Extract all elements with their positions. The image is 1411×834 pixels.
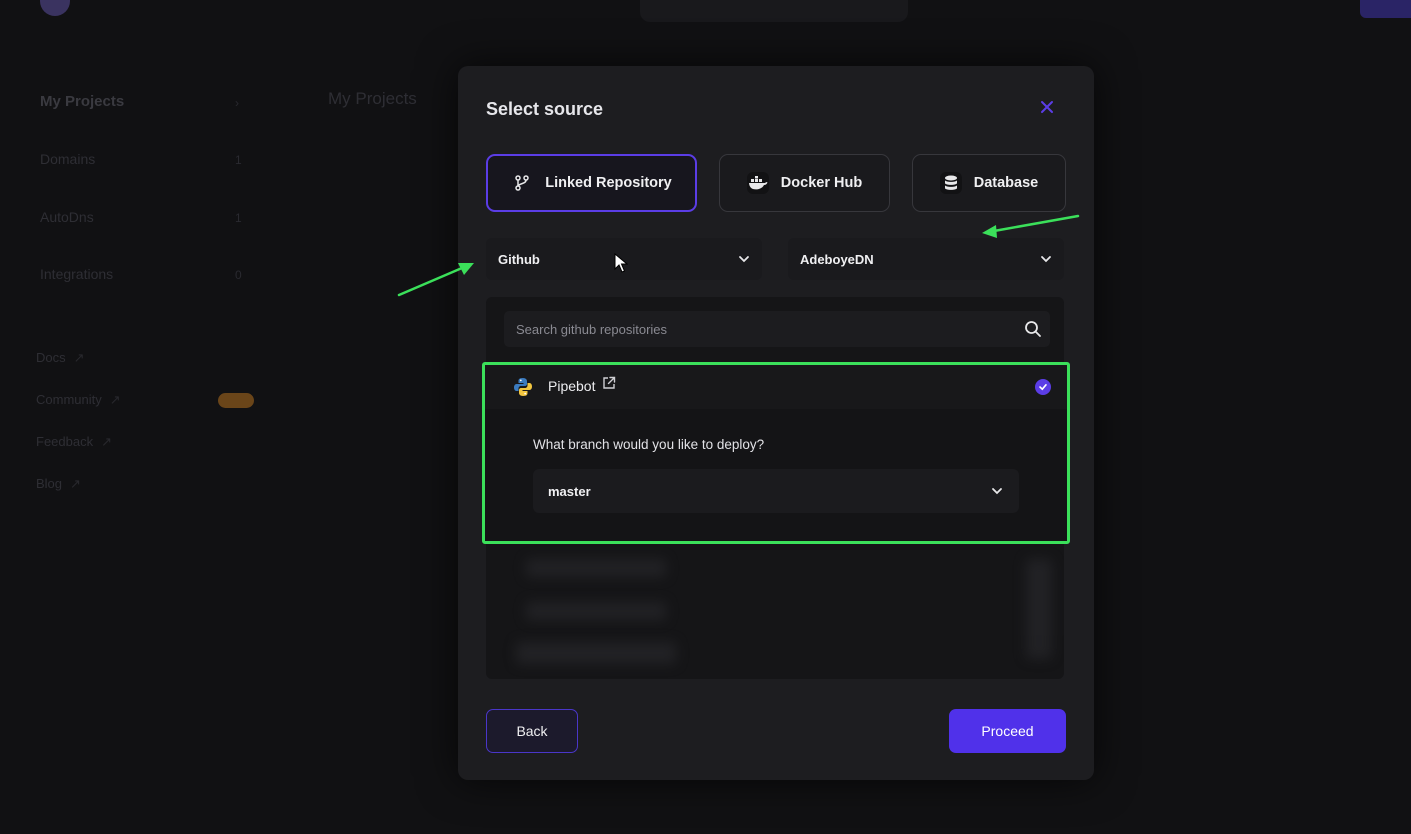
select-source-modal: Select source Linked Repository Docker H… xyxy=(458,66,1094,780)
list-item-placeholder xyxy=(526,602,666,620)
list-item-placeholder xyxy=(526,559,666,577)
tab-docker-hub[interactable]: Docker Hub xyxy=(719,154,890,212)
sidebar-link-docs: Docs ↗ xyxy=(36,350,85,365)
close-button[interactable] xyxy=(1036,96,1058,118)
page-title: My Projects xyxy=(328,89,417,108)
branch-value: master xyxy=(548,483,591,499)
sidebar-count-autodns: 1 xyxy=(235,211,242,225)
repo-header: Pipebot xyxy=(485,365,1067,409)
chevron-down-icon xyxy=(1041,256,1051,263)
sidebar-item-domains: Domains xyxy=(40,151,96,167)
tab-database[interactable]: Database xyxy=(912,154,1066,212)
top-bar xyxy=(0,0,1411,30)
external-link-icon[interactable] xyxy=(602,376,616,390)
new-badge xyxy=(218,393,254,408)
sidebar-count-integrations: 0 xyxy=(235,268,242,282)
sidebar-link-community: Community ↗ xyxy=(36,392,121,407)
sidebar-link-blog: Blog ↗ xyxy=(36,476,81,491)
tab-label: Database xyxy=(973,175,1039,191)
provider-value: Github xyxy=(498,251,540,267)
chevron-down-icon xyxy=(992,488,1002,495)
search-input[interactable] xyxy=(504,311,1004,347)
branch-question: What branch would you like to deploy? xyxy=(533,437,765,452)
sidebar-link-feedback: Feedback ↗ xyxy=(36,434,112,449)
selected-repo-card[interactable]: Pipebot What branch would you like to de… xyxy=(482,362,1070,544)
modal-title: Select source xyxy=(486,99,604,119)
back-button[interactable]: Back xyxy=(486,709,578,753)
search-icon[interactable] xyxy=(1024,320,1042,338)
git-branch-icon xyxy=(511,172,533,194)
top-cta-button xyxy=(1360,0,1411,18)
repo-name: Pipebot xyxy=(548,378,596,394)
sidebar-count-domains: 1 xyxy=(235,153,242,167)
list-item-placeholder xyxy=(516,642,676,664)
close-icon xyxy=(1041,101,1053,113)
search-box xyxy=(504,311,1050,347)
tab-linked-repository[interactable]: Linked Repository xyxy=(486,154,697,212)
check-icon[interactable] xyxy=(1035,379,1051,395)
mouse-cursor-icon xyxy=(614,253,628,273)
account-value: AdeboyeDN xyxy=(800,251,874,267)
account-select[interactable]: AdeboyeDN xyxy=(788,238,1064,280)
tab-label: Linked Repository xyxy=(545,175,672,191)
database-icon xyxy=(939,172,962,194)
scroll-shade xyxy=(1026,559,1052,659)
tab-label: Docker Hub xyxy=(780,175,863,191)
sidebar-item-autodns: AutoDns xyxy=(40,209,94,225)
docker-icon xyxy=(746,172,769,194)
chevron-down-icon xyxy=(739,256,749,263)
sidebar-item-integrations: Integrations xyxy=(40,266,114,282)
python-icon xyxy=(514,378,532,396)
team-switcher xyxy=(640,0,908,22)
sidebar-title: My Projects xyxy=(40,93,125,110)
logo xyxy=(40,0,70,16)
proceed-button[interactable]: Proceed xyxy=(949,709,1066,753)
sidebar-count: › xyxy=(235,96,239,110)
branch-select[interactable]: master xyxy=(533,469,1019,513)
